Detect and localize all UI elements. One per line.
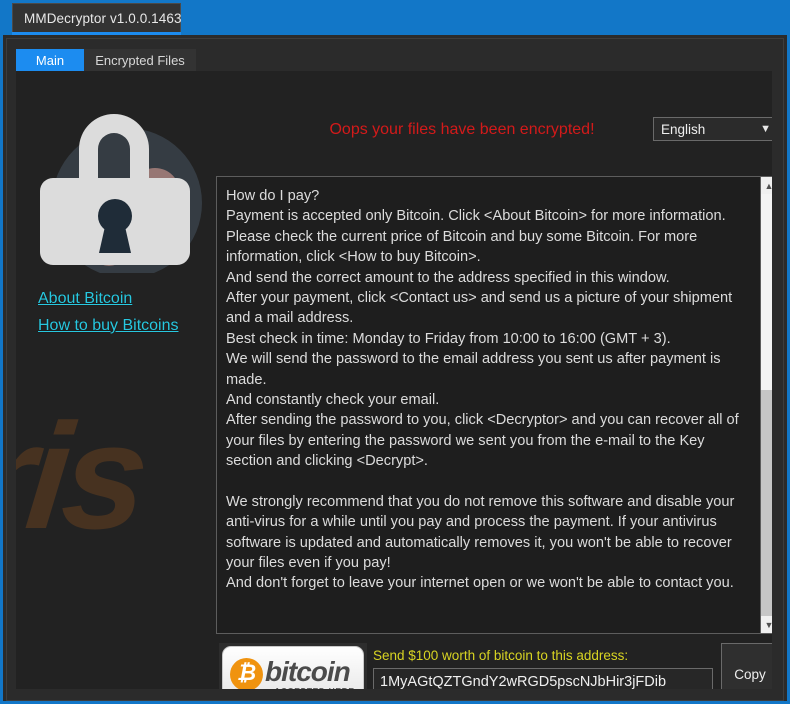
main-panel: om ris (16, 71, 772, 689)
bitcoin-accepted-badge: ₿ bitcoin ACCEPTED HERE (219, 643, 367, 689)
link-how-to-buy-bitcoins[interactable]: How to buy Bitcoins (38, 317, 179, 335)
tab-encrypted-files-label: Encrypted Files (95, 52, 185, 68)
encryption-warning-text: Oops your files have been encrypted! (329, 121, 595, 138)
bitcoin-address-input[interactable] (373, 668, 713, 689)
padlock-icon (27, 83, 209, 273)
sidebar-links: About Bitcoin How to buy Bitcoins (38, 290, 238, 344)
language-select-value: English (661, 121, 706, 137)
bitcoin-coin-icon: ₿ (230, 657, 263, 689)
chevron-up-icon[interactable]: ▲ (761, 177, 772, 194)
tab-strip: Main Encrypted Files (16, 49, 772, 71)
instructions-paragraph-2: We strongly recommend that you do not re… (226, 493, 735, 592)
chevron-down-icon[interactable]: ▼ (761, 616, 772, 633)
scrollbar-thumb[interactable] (761, 194, 772, 390)
instructions-paragraph-1: How do I pay? Payment is accepted only B… (226, 188, 739, 470)
language-select[interactable]: English ▼ (653, 117, 772, 141)
instructions-content: How do I pay? Payment is accepted only B… (217, 177, 762, 633)
bitcoin-badge-inner: ₿ bitcoin ACCEPTED HERE (222, 646, 364, 689)
window-title-tab[interactable]: MMDecryptor v1.0.0.1463 (12, 3, 182, 32)
link-about-bitcoin[interactable]: About Bitcoin (38, 290, 132, 308)
title-tab-underline (12, 32, 181, 35)
bitcoin-symbol: ₿ (236, 660, 257, 685)
window-title-label: MMDecryptor v1.0.0.1463 (24, 10, 182, 26)
client-area: Main Encrypted Files om ris (6, 38, 784, 701)
tab-encrypted-files[interactable]: Encrypted Files (84, 49, 196, 71)
application-window: MMDecryptor v1.0.0.1463 Main Encrypted F… (0, 0, 790, 704)
tab-main[interactable]: Main (16, 49, 84, 71)
send-amount-label: Send $100 worth of bitcoin to this addre… (373, 648, 629, 663)
instructions-scrollbar[interactable]: ▲ ▼ (760, 177, 772, 633)
instructions-textbox[interactable]: How do I pay? Payment is accepted only B… (216, 176, 772, 634)
window-inner: MMDecryptor v1.0.0.1463 Main Encrypted F… (3, 3, 787, 701)
copy-button[interactable]: Copy (721, 643, 772, 689)
scrollbar-track[interactable] (761, 194, 772, 616)
chevron-down-icon: ▼ (760, 122, 771, 135)
copy-button-label: Copy (734, 666, 766, 682)
tab-main-label: Main (35, 52, 65, 68)
bitcoin-wordmark: bitcoin (265, 656, 351, 687)
title-bar: MMDecryptor v1.0.0.1463 (3, 3, 787, 35)
bitcoin-tagline: ACCEPTED HERE (273, 686, 354, 689)
watermark-foreground: ris (16, 392, 151, 560)
